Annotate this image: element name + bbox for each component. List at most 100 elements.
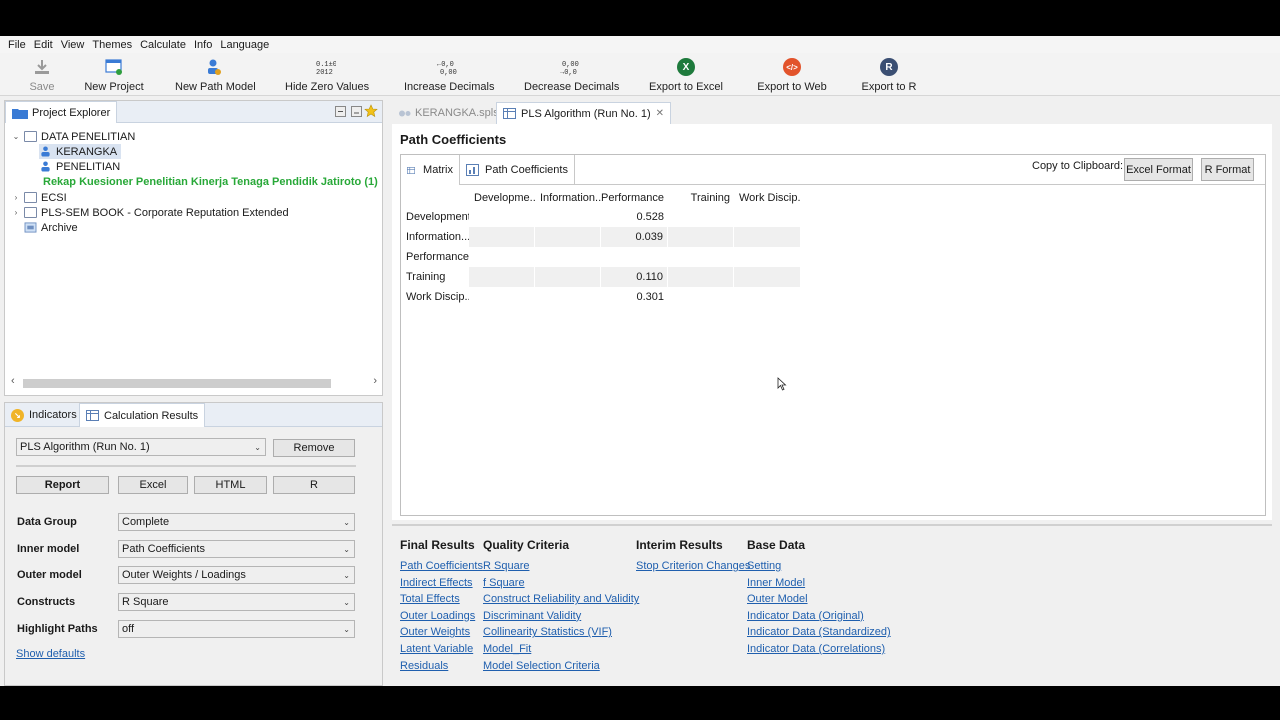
link-indicator-data-original[interactable]: Indicator Data (Original): [747, 608, 891, 625]
excel-format-button[interactable]: Excel Format: [1124, 158, 1193, 181]
link-outer-weights[interactable]: Outer Weights: [400, 624, 483, 641]
highlight-paths-select[interactable]: off ⌄: [118, 620, 355, 638]
menu-file[interactable]: File: [4, 39, 30, 51]
new-project-button[interactable]: New Project: [84, 56, 144, 93]
tab-indicators[interactable]: ↘ Indicators: [5, 403, 83, 427]
r-format-button[interactable]: R Format: [1201, 158, 1254, 181]
link-model-fit[interactable]: Model_Fit: [483, 641, 639, 658]
tab-calculation-results[interactable]: Calculation Results: [79, 403, 206, 427]
link-setting[interactable]: Setting: [747, 558, 891, 575]
menu-info[interactable]: Info: [190, 39, 216, 51]
table-cell[interactable]: [469, 227, 534, 247]
project-icon: [24, 207, 37, 218]
smartpls-window: File Edit View Themes Calculate Info Lan…: [0, 36, 1280, 686]
tree-item-penelitian[interactable]: PENELITIAN: [39, 159, 120, 174]
export-r-button[interactable]: R Export to R: [860, 56, 918, 93]
menu-calculate[interactable]: Calculate: [136, 39, 190, 51]
link-inner-model[interactable]: Inner Model: [747, 575, 891, 592]
decrease-decimals-button[interactable]: 0,00 →0,0 Decrease Decimals: [524, 56, 619, 93]
link-f-square[interactable]: f Square: [483, 575, 639, 592]
export-excel-button[interactable]: X Export to Excel: [649, 56, 723, 93]
table-cell[interactable]: [668, 227, 733, 247]
new-path-model-button[interactable]: New Path Model: [175, 56, 256, 93]
link-stop-criterion-changes[interactable]: Stop Criterion Changes: [636, 558, 750, 575]
link-indirect-effects[interactable]: Indirect Effects: [400, 575, 483, 592]
report-button[interactable]: Report: [16, 476, 109, 494]
save-button[interactable]: Save: [28, 56, 56, 93]
horizontal-scrollbar[interactable]: ‹ ›: [9, 375, 379, 389]
link-outer-model[interactable]: Outer Model: [747, 591, 891, 608]
column-header[interactable]: Training: [668, 188, 734, 208]
hide-zero-values-button[interactable]: 0.1±0 2012 Hide Zero Values: [285, 56, 369, 93]
tree-item-dataset[interactable]: Rekap Kuesioner Penelitian Kinerja Tenag…: [39, 174, 379, 189]
menu-themes[interactable]: Themes: [88, 39, 136, 51]
excel-button[interactable]: Excel: [118, 476, 188, 494]
tree-item-kerangka[interactable]: KERANGKA: [39, 144, 122, 159]
table-cell[interactable]: [535, 267, 600, 287]
link-r-square[interactable]: R Square: [483, 558, 639, 575]
menu-language[interactable]: Language: [216, 39, 273, 51]
tree-item-pls-sem-book[interactable]: › PLS-SEM BOOK - Corporate Reputation Ex…: [11, 205, 289, 220]
tree-item-archive[interactable]: Archive: [24, 220, 78, 235]
run-select[interactable]: PLS Algorithm (Run No. 1) ⌄: [16, 438, 266, 456]
link-path-coefficients[interactable]: Path Coefficients: [400, 558, 483, 575]
link-total-effects[interactable]: Total Effects: [400, 591, 483, 608]
subtab-matrix[interactable]: Matrix: [401, 155, 460, 185]
new-path-model-icon: [208, 59, 221, 75]
link-discriminant-validity[interactable]: Discriminant Validity: [483, 608, 639, 625]
link-collinearity-statistics[interactable]: Collinearity Statistics (VIF): [483, 624, 639, 641]
path-model-icon: [41, 146, 50, 157]
column-header[interactable]: Work Discip...: [734, 188, 800, 208]
scroll-right-icon[interactable]: ›: [373, 375, 377, 387]
link-indicator-data-standardized[interactable]: Indicator Data (Standardized): [747, 624, 891, 641]
menu-view[interactable]: View: [57, 39, 89, 51]
indicators-icon: ↘: [11, 408, 24, 422]
remove-button[interactable]: Remove: [273, 439, 355, 457]
column-header[interactable]: Developme...: [469, 188, 535, 208]
table-cell[interactable]: [668, 267, 733, 287]
table-cell[interactable]: [469, 267, 534, 287]
table-cell[interactable]: [535, 227, 600, 247]
column-header[interactable]: Information...: [535, 188, 601, 208]
data-group-select[interactable]: Complete ⌄: [118, 513, 355, 531]
link-model-selection-criteria[interactable]: Model Selection Criteria: [483, 658, 639, 675]
tree-item-data-penelitian[interactable]: ⌄ DATA PENELITIAN: [11, 129, 136, 144]
mouse-cursor-icon: [777, 377, 787, 391]
scrollbar-thumb[interactable]: [23, 379, 331, 388]
r-icon: R: [880, 58, 898, 76]
menu-bar: File Edit View Themes Calculate Info Lan…: [0, 36, 1280, 53]
tab-project-explorer[interactable]: Project Explorer: [5, 101, 118, 123]
tree-item-ecsi[interactable]: › ECSI: [11, 190, 67, 205]
subtab-path-coefficients[interactable]: Path Coefficients: [460, 155, 575, 185]
link-construct-reliability[interactable]: Construct Reliability and Validity: [483, 591, 639, 608]
collapse-all-icon[interactable]: [335, 106, 346, 117]
scroll-left-icon[interactable]: ‹: [11, 375, 15, 387]
column-header[interactable]: Performance: [601, 188, 668, 208]
svg-text:→0,0: →0,0: [560, 69, 577, 76]
html-button[interactable]: HTML: [194, 476, 267, 494]
minimize-icon[interactable]: [351, 106, 362, 117]
link-residuals[interactable]: Residuals: [400, 658, 483, 675]
table-cell[interactable]: [734, 267, 800, 287]
show-defaults-link[interactable]: Show defaults: [16, 648, 85, 660]
increase-decimals-button[interactable]: ←0,0 0,00 Increase Decimals: [404, 56, 494, 93]
outer-model-select[interactable]: Outer Weights / Loadings ⌄: [118, 566, 355, 584]
inner-model-select[interactable]: Path Coefficients ⌄: [118, 540, 355, 558]
close-tab-icon[interactable]: ✕: [656, 108, 664, 119]
row-header: Training: [406, 271, 446, 283]
table-cell[interactable]: 0.301: [601, 287, 668, 307]
r-button[interactable]: R: [273, 476, 355, 494]
table-cell[interactable]: 0.039: [601, 227, 667, 247]
table-cell[interactable]: [734, 227, 800, 247]
excel-icon: X: [677, 58, 695, 76]
table-cell[interactable]: 0.110: [601, 267, 667, 287]
link-indicator-data-correlations[interactable]: Indicator Data (Correlations): [747, 641, 891, 658]
table-cell[interactable]: 0.528: [601, 207, 668, 227]
star-icon[interactable]: [364, 104, 378, 118]
link-latent-variable[interactable]: Latent Variable: [400, 641, 483, 658]
menu-edit[interactable]: Edit: [30, 39, 57, 51]
link-outer-loadings[interactable]: Outer Loadings: [400, 608, 483, 625]
tab-pls-algorithm[interactable]: PLS Algorithm (Run No. 1) ✕: [496, 102, 672, 124]
constructs-select[interactable]: R Square ⌄: [118, 593, 355, 611]
export-web-button[interactable]: </> Export to Web: [757, 56, 827, 93]
